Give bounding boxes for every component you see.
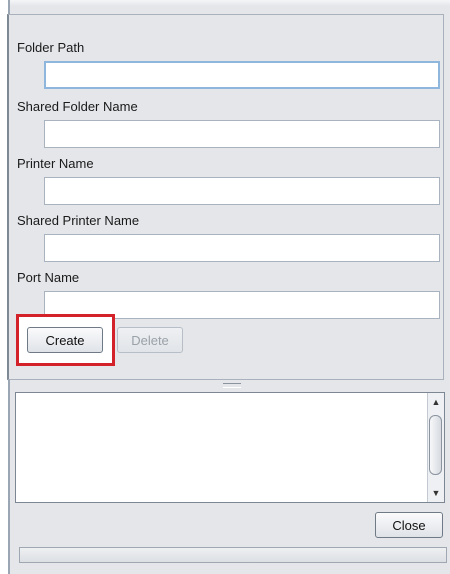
shared-printer-name-label: Shared Printer Name — [17, 213, 140, 228]
scroll-up-arrow-icon[interactable]: ▲ — [428, 393, 444, 411]
status-bar — [19, 547, 447, 563]
output-scrollbar[interactable]: ▲ ▼ — [427, 393, 444, 502]
shared-folder-name-label: Shared Folder Name — [17, 99, 138, 114]
create-button[interactable]: Create — [27, 327, 103, 353]
delete-button: Delete — [117, 327, 183, 353]
folder-path-input[interactable] — [44, 61, 440, 89]
scroll-thumb[interactable] — [429, 415, 442, 475]
port-name-label: Port Name — [17, 270, 80, 285]
scroll-down-arrow-icon[interactable]: ▼ — [428, 484, 444, 502]
shared-printer-name-input[interactable] — [44, 234, 440, 262]
close-button[interactable]: Close — [375, 512, 443, 538]
printer-name-label: Printer Name — [17, 156, 94, 171]
output-area: ▲ ▼ — [15, 392, 445, 503]
splitter-grip-icon[interactable] — [223, 383, 241, 388]
panel-splitter[interactable] — [7, 380, 444, 390]
output-textarea[interactable] — [16, 393, 428, 502]
window-top-edge — [10, 0, 450, 6]
shared-folder-name-input[interactable] — [44, 120, 440, 148]
folder-path-label: Folder Path — [17, 40, 85, 55]
printer-name-input[interactable] — [44, 177, 440, 205]
